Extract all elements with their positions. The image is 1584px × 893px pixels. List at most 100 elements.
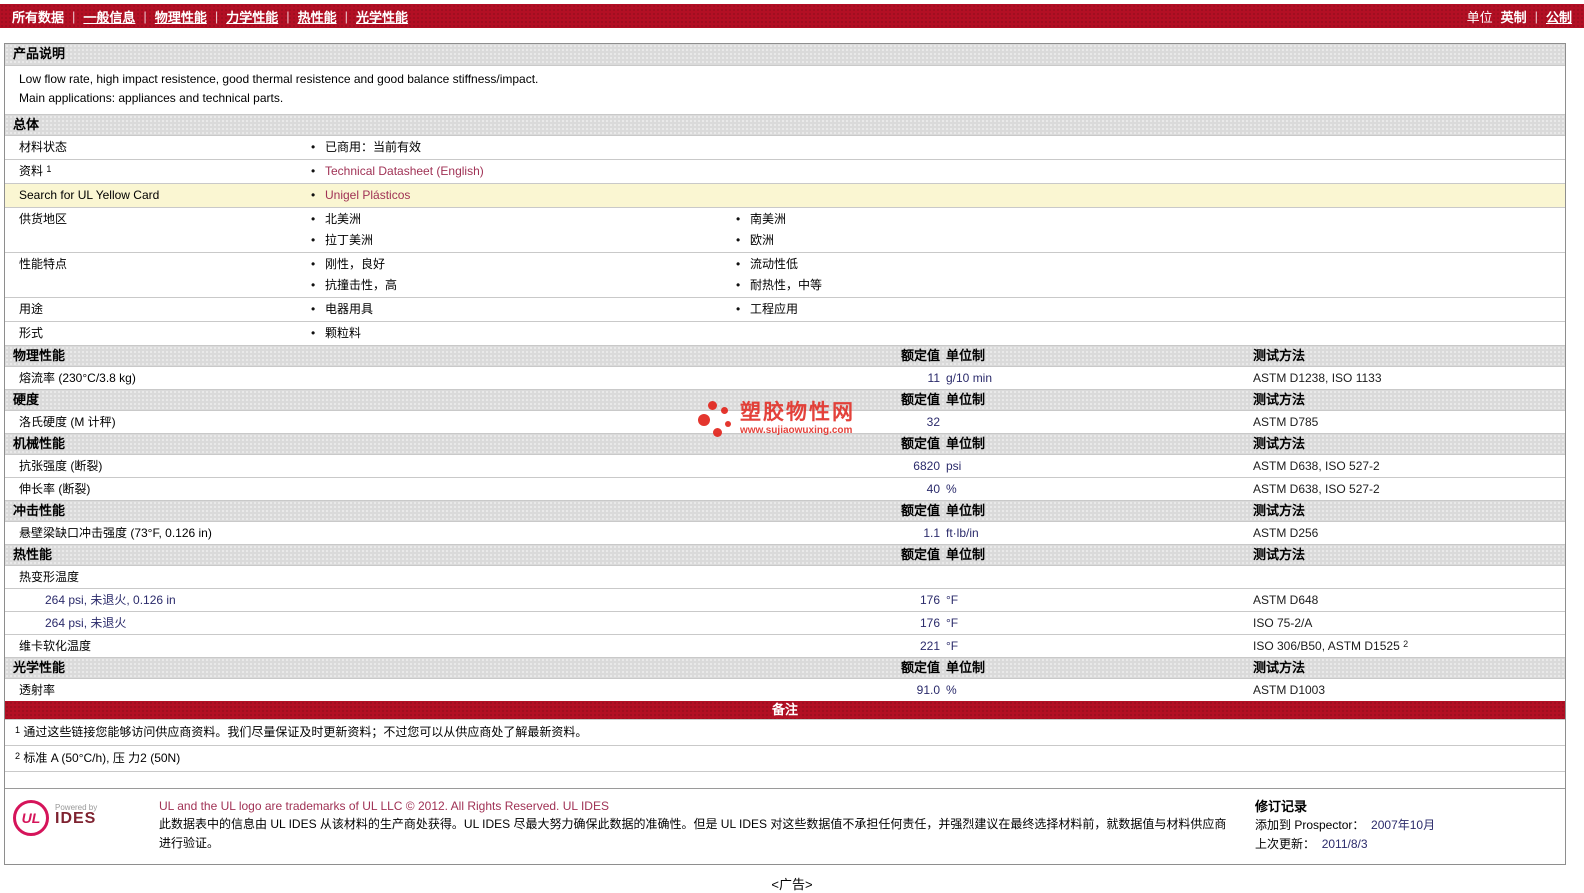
row-value: 电器用具	[325, 302, 374, 316]
nav-all-data: 所有数据	[12, 9, 65, 25]
bullet-icon: •	[736, 233, 741, 247]
nav-separator: |	[214, 8, 219, 24]
row-value: 欧洲	[750, 233, 775, 247]
footnote-number: 1	[15, 725, 21, 735]
added-value: 2007年10月	[1371, 818, 1436, 832]
row-label: Search for UL Yellow Card	[19, 188, 160, 202]
general-row-uses: 用途 • 电器用具 • 工程应用	[5, 297, 1565, 321]
ul-ides-link[interactable]: UL IDES	[563, 799, 609, 813]
nav-separator: |	[72, 8, 76, 24]
col-header-value: 额定值	[900, 392, 940, 407]
nav-optical[interactable]: 光学性能	[356, 7, 408, 26]
property-row-hdt-264psi-0126: 264 psi, 未退火, 0.126 in 176 °F ASTM D648	[5, 588, 1565, 611]
notes-banner: 备注	[5, 701, 1565, 719]
description-line: Low flow rate, high impact resistence, g…	[19, 72, 539, 86]
row-label: 性能特点	[19, 257, 68, 271]
bullet-icon: •	[311, 140, 316, 154]
bullet-icon: •	[311, 233, 316, 247]
property-row-vicat: 维卡软化温度 221 °F ISO 306/B50, ASTM D1525 2	[5, 634, 1565, 657]
section-header-thermal: 热性能 额定值 单位制 测试方法	[5, 544, 1565, 565]
unit-metric-link[interactable]: 公制	[1546, 7, 1572, 26]
ul-ides-logo: UL Powered by IDES	[13, 797, 159, 854]
col-header-value: 额定值	[900, 436, 940, 451]
bullet-icon: •	[736, 302, 741, 316]
col-header-value: 额定值	[900, 547, 940, 562]
footer: UL Powered by IDES UL and the UL logo ar…	[5, 788, 1565, 864]
col-header-method: 测试方法	[1253, 660, 1306, 675]
section-header-mechanical: 机械性能 额定值 单位制 测试方法	[5, 433, 1565, 454]
bullet-icon: •	[311, 302, 316, 316]
bullet-icon: •	[736, 257, 741, 271]
property-row-hdt-group: 热变形温度	[5, 565, 1565, 588]
col-header-value: 额定值	[900, 660, 940, 675]
nav-separator: |	[143, 8, 147, 24]
general-row-material-status: 材料状态 • 已商用：当前有效	[5, 135, 1565, 159]
row-label: 供货地区	[19, 212, 68, 226]
col-header-method: 测试方法	[1253, 348, 1306, 363]
product-description: Low flow rate, high impact resistence, g…	[5, 65, 1565, 114]
nav-thermal[interactable]: 热性能	[298, 7, 337, 26]
footnote-ref-2: 2	[1403, 639, 1409, 649]
datasheet-table: 产品说明 Low flow rate, high impact resisten…	[4, 43, 1566, 865]
row-value: 南美洲	[750, 212, 787, 226]
ul-logo-icon: UL	[13, 800, 49, 836]
bullet-icon: •	[311, 257, 316, 271]
section-header-physical: 物理性能 额定值 单位制 测试方法	[5, 345, 1565, 366]
property-row-transmittance: 透射率 91.0 % ASTM D1003	[5, 678, 1565, 701]
technical-datasheet-link[interactable]: Technical Datasheet (English)	[325, 161, 484, 182]
col-header-unit: 单位制	[946, 660, 986, 675]
row-value: 工程应用	[750, 302, 799, 316]
bullet-icon: •	[736, 278, 741, 292]
row-label: 材料状态	[19, 140, 68, 154]
updated-value: 2011/8/3	[1321, 837, 1368, 851]
col-header-unit: 单位制	[946, 436, 986, 451]
general-row-form: 形式 • 颗粒料	[5, 321, 1565, 345]
disclaimer-text: 此数据表中的信息由 UL IDES 从该材料的生产商处获得。UL IDES 尽最…	[159, 817, 1227, 850]
general-row-resources: 资料 1 • Technical Datasheet (English)	[5, 159, 1565, 183]
col-header-value: 额定值	[900, 348, 940, 363]
col-header-method: 测试方法	[1253, 503, 1306, 518]
nav-separator: |	[1534, 8, 1538, 24]
row-label: 用途	[19, 302, 44, 316]
col-header-method: 测试方法	[1253, 392, 1306, 407]
col-header-value: 额定值	[900, 503, 940, 518]
nav-physical[interactable]: 物理性能	[155, 7, 207, 26]
added-label: 添加到 Prospector：	[1255, 818, 1365, 832]
description-line: Main applications: appliances and techni…	[19, 91, 284, 105]
trademark-line: UL and the UL logo are trademarks of UL …	[159, 799, 609, 813]
row-value: 已商用：当前有效	[325, 140, 422, 154]
general-row-availability: 供货地区 • 北美洲 • 拉丁美洲 • 南美洲 • 欧洲	[5, 207, 1565, 252]
footer-gap	[5, 771, 1565, 788]
bullet-icon: •	[311, 164, 316, 178]
section-header-hardness: 硬度 额定值 单位制 测试方法	[5, 389, 1565, 410]
row-label: 形式	[19, 326, 44, 340]
nav-content-gap	[0, 28, 1584, 43]
bullet-icon: •	[311, 188, 316, 202]
nav-separator: |	[286, 8, 290, 24]
revision-title: 修订记录	[1255, 799, 1308, 814]
row-value: 北美洲	[325, 212, 362, 226]
row-value: 抗撞击性，高	[325, 278, 398, 292]
property-row-elongation: 伸长率 (断裂) 40 % ASTM D638, ISO 527-2	[5, 477, 1565, 500]
bullet-icon: •	[311, 326, 316, 340]
footnote-1: 1 通过这些链接您能够访问供应商资料。我们尽量保证及时更新资料；不过您可以从供应…	[5, 719, 1565, 745]
property-row-rockwell: 洛氏硬度 (M 计秤) 32 ASTM D785	[5, 410, 1565, 433]
nav-general-info[interactable]: 一般信息	[83, 7, 135, 26]
section-header-general: 总体	[5, 114, 1565, 135]
row-value: 拉丁美洲	[325, 233, 374, 247]
section-header-optical: 光学性能 额定值 单位制 测试方法	[5, 657, 1565, 678]
revision-record: 修订记录 添加到 Prospector： 2007年10月 上次更新： 2011…	[1255, 797, 1555, 854]
bullet-icon: •	[311, 278, 316, 292]
col-header-method: 测试方法	[1253, 436, 1306, 451]
footnote-number: 2	[15, 751, 21, 761]
general-row-features: 性能特点 • 刚性，良好 • 抗撞击性，高 • 流动性低 • 耐热性，中等	[5, 252, 1565, 297]
supplier-link[interactable]: Unigel Plásticos	[325, 185, 410, 206]
section-header-product-description: 产品说明	[5, 44, 1565, 65]
top-nav: 所有数据 | 一般信息 | 物理性能 | 力学性能 | 热性能 | 光学性能 单…	[0, 4, 1584, 28]
row-label: 资料 1	[19, 164, 52, 178]
col-header-unit: 单位制	[946, 547, 986, 562]
updated-label: 上次更新：	[1255, 837, 1316, 851]
property-row-izod-impact: 悬壁梁缺口冲击强度 (73°F, 0.126 in) 1.1 ft·lb/in …	[5, 521, 1565, 544]
nav-mechanical[interactable]: 力学性能	[226, 7, 278, 26]
section-header-impact: 冲击性能 额定值 单位制 测试方法	[5, 500, 1565, 521]
